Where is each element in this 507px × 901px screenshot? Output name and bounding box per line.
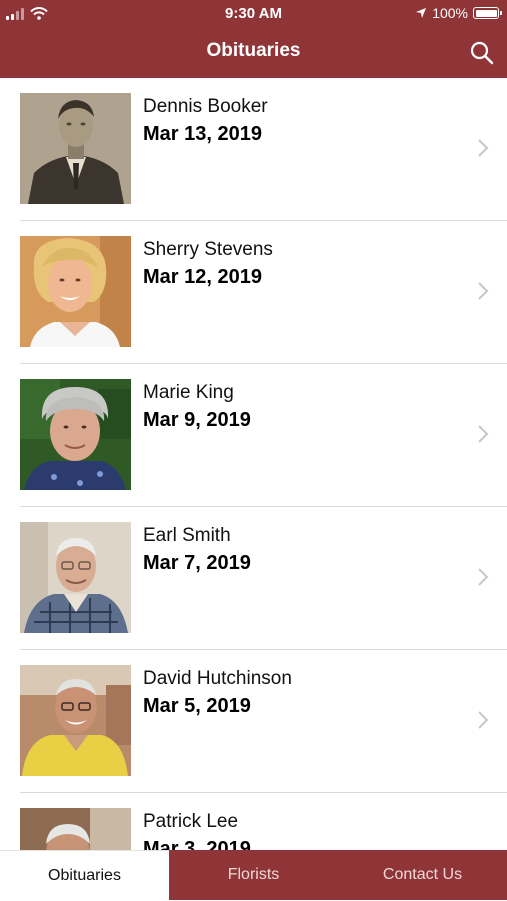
obituary-name: Earl Smith: [143, 525, 231, 546]
obituary-name: Dennis Booker: [143, 96, 268, 117]
chevron-right-icon: [478, 425, 489, 443]
nav-bar: Obituaries: [0, 28, 507, 78]
obituary-date: Mar 12, 2019: [143, 266, 262, 288]
list-item[interactable]: Patrick Lee Mar 3, 2019: [0, 793, 507, 850]
page-title: Obituaries: [206, 40, 301, 61]
list-item[interactable]: Earl Smith Mar 7, 2019: [0, 507, 507, 650]
obituary-date: Mar 9, 2019: [143, 409, 251, 431]
battery-percent: 100%: [432, 5, 468, 21]
status-right: 100%: [415, 5, 502, 21]
chevron-right-icon: [478, 711, 489, 729]
list-item[interactable]: Dennis Booker Mar 13, 2019: [0, 78, 507, 221]
portrait-photo: [20, 236, 131, 347]
obituary-date: Mar 7, 2019: [143, 552, 251, 574]
list-item[interactable]: David Hutchinson Mar 5, 2019: [0, 650, 507, 793]
portrait-photo: [20, 379, 131, 490]
obituary-name: Sherry Stevens: [143, 239, 273, 260]
obituary-name: Marie King: [143, 382, 234, 403]
obituary-name: Patrick Lee: [143, 811, 239, 832]
list-item[interactable]: Marie King Mar 9, 2019: [0, 364, 507, 507]
obituary-date: Mar 5, 2019: [143, 695, 251, 717]
obituary-list: Dennis Booker Mar 13, 2019 Sherry Steven…: [0, 78, 507, 850]
search-icon[interactable]: [469, 40, 495, 66]
tab-bar: Obituaries Florists Contact Us: [0, 850, 507, 900]
tab-contact-us[interactable]: Contact Us: [338, 850, 507, 900]
obituary-date: Mar 3, 2019: [143, 838, 251, 850]
portrait-photo: [20, 93, 131, 204]
portrait-photo: [20, 665, 131, 776]
portrait-photo: [20, 522, 131, 633]
portrait-photo: [20, 808, 131, 850]
tab-florists[interactable]: Florists: [169, 850, 338, 900]
tab-obituaries[interactable]: Obituaries: [0, 850, 169, 900]
battery-icon: [473, 7, 502, 19]
chevron-right-icon: [478, 139, 489, 157]
location-arrow-icon: [416, 8, 427, 18]
chevron-right-icon: [478, 282, 489, 300]
list-item[interactable]: Sherry Stevens Mar 12, 2019: [0, 221, 507, 364]
obituary-name: David Hutchinson: [143, 668, 292, 689]
chevron-right-icon: [478, 568, 489, 586]
obituary-date: Mar 13, 2019: [143, 123, 262, 145]
status-bar: 9:30 AM 100%: [0, 0, 507, 28]
